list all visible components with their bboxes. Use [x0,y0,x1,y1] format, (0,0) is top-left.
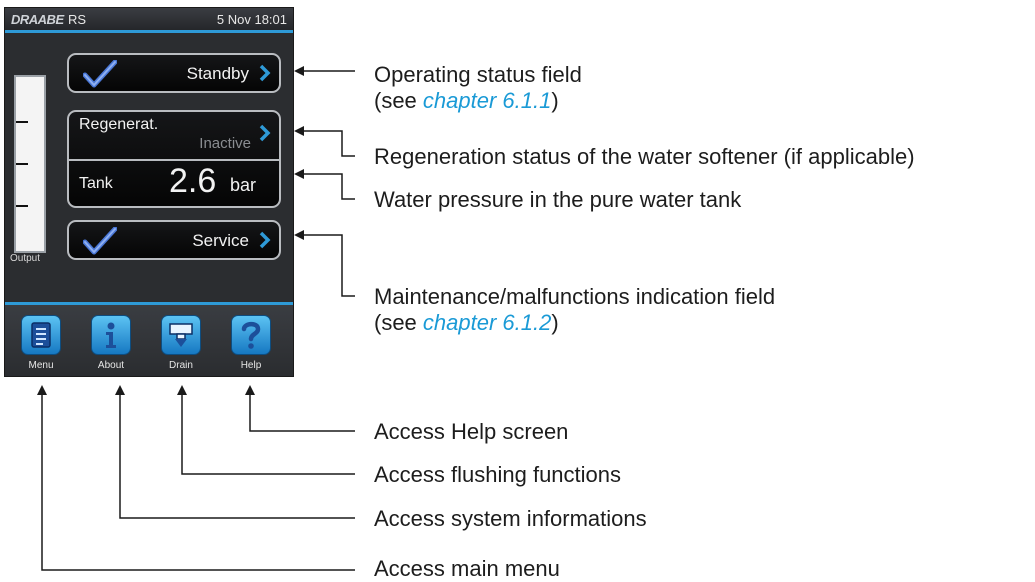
arrow-maintenance [294,230,355,297]
callout-water-pressure: Water pressure in the pure water tank [374,187,742,212]
callout-reference: (see chapter 6.1.2) [374,310,559,335]
callout-flushing: Access flushing functions [374,462,622,487]
callout-system-info: Access system informations [374,506,647,531]
callout-regeneration-status: Regeneration status of the water softene… [374,144,915,169]
arrow-menu [37,385,355,571]
chapter-link[interactable]: chapter 6.1.1 [423,88,551,113]
callout-maintenance: Maintenance/malfunctions indication fiel… [374,284,775,336]
callout-main-menu: Access main menu [374,556,560,581]
callout-help-screen: Access Help screen [374,419,569,444]
arrow-water-pressure [294,169,355,200]
callout-text: Operating status field [374,62,582,87]
arrow-about [115,385,355,519]
arrow-drain [177,385,355,475]
callout-reference: (see chapter 6.1.1) [374,88,559,113]
arrow-regeneration [294,126,355,157]
arrow-help [245,385,355,432]
callout-text: Maintenance/malfunctions indication fiel… [374,284,776,309]
chapter-link[interactable]: chapter 6.1.2 [423,310,551,335]
callout-operating-status: Operating status field (see chapter 6.1.… [374,62,582,114]
